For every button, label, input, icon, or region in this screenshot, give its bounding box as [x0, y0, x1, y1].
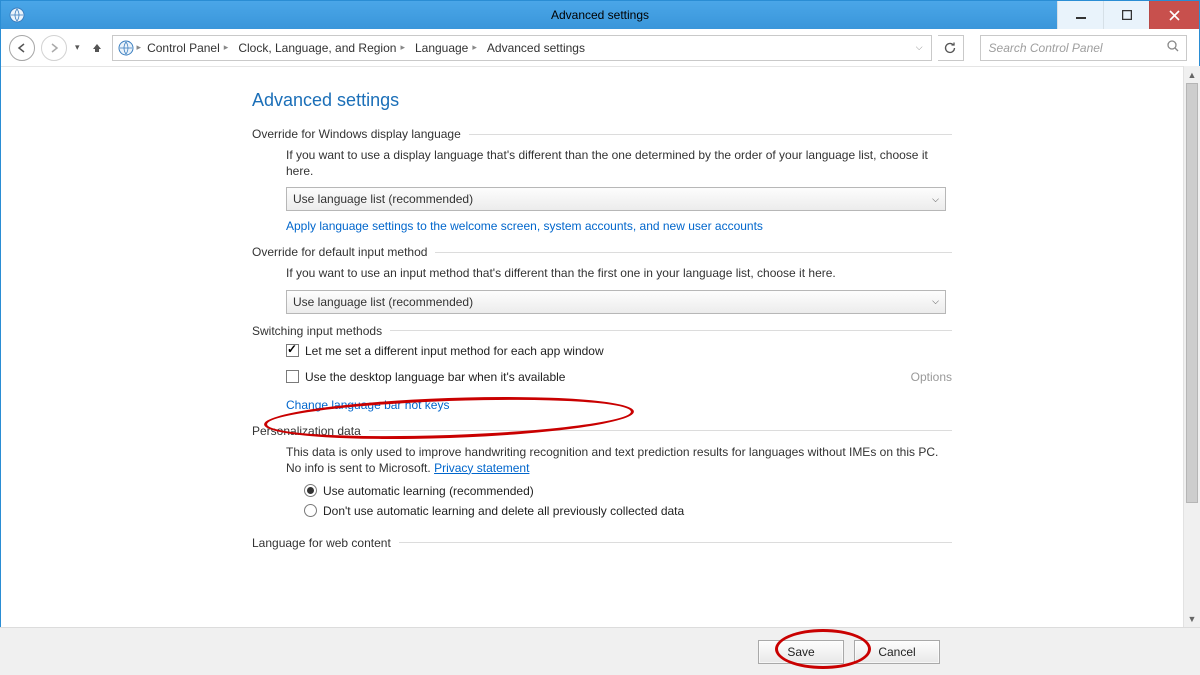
- section-description: This data is only used to improve handwr…: [286, 444, 952, 476]
- section-header-display-language: Override for Windows display language: [252, 127, 952, 141]
- section-description: If you want to use an input method that'…: [286, 265, 952, 281]
- auto-learning-radio[interactable]: Use automatic learning (recommended): [304, 484, 952, 498]
- forward-button[interactable]: [41, 35, 67, 61]
- breadcrumb-label: Clock, Language, and Region: [238, 41, 396, 55]
- breadcrumb-label: Language: [415, 41, 468, 55]
- per-app-input-checkbox[interactable]: Let me set a different input method for …: [286, 344, 952, 358]
- close-button[interactable]: [1149, 1, 1199, 29]
- radio-icon: [304, 504, 317, 517]
- privacy-link[interactable]: Privacy statement: [434, 460, 529, 476]
- section-title: Override for Windows display language: [252, 127, 461, 141]
- radio-label: Use automatic learning (recommended): [323, 484, 534, 498]
- divider: [369, 430, 952, 431]
- minimize-button[interactable]: [1057, 1, 1103, 29]
- section-header-input-method: Override for default input method: [252, 245, 952, 259]
- footer-bar: Save Cancel: [0, 627, 1200, 675]
- language-bar-checkbox[interactable]: Use the desktop language bar when it's a…: [286, 370, 565, 384]
- divider: [390, 330, 952, 331]
- navbar: ▾ ▸ Control Panel ▸ Clock, Language, and …: [1, 29, 1199, 67]
- scroll-thumb[interactable]: [1186, 83, 1198, 503]
- radio-icon: [304, 484, 317, 497]
- breadcrumb-item[interactable]: Language ▸: [411, 41, 481, 55]
- refresh-button[interactable]: [938, 35, 964, 61]
- checkbox-label: Let me set a different input method for …: [305, 344, 604, 358]
- section-header-personalization: Personalization data: [252, 424, 952, 438]
- window-title: Advanced settings: [551, 8, 649, 22]
- checkbox-icon: [286, 370, 299, 383]
- titlebar: Advanced settings: [1, 1, 1199, 29]
- location-icon: [117, 39, 135, 57]
- input-method-combo[interactable]: Use language list (recommended) ⌵: [286, 290, 946, 314]
- scroll-down-arrow[interactable]: ▼: [1184, 610, 1200, 627]
- divider: [435, 252, 952, 253]
- chevron-right-icon: ▸: [137, 42, 142, 53]
- checkbox-icon: [286, 344, 299, 357]
- back-button[interactable]: [9, 35, 35, 61]
- section-title: Language for web content: [252, 536, 391, 550]
- content-area: Advanced settings Override for Windows d…: [0, 66, 1183, 627]
- display-language-combo[interactable]: Use language list (recommended) ⌵: [286, 187, 946, 211]
- breadcrumb-item[interactable]: Control Panel ▸: [143, 41, 232, 55]
- chevron-right-icon: ▸: [472, 42, 477, 53]
- divider: [469, 134, 952, 135]
- chevron-right-icon: ▸: [224, 42, 229, 53]
- divider: [399, 542, 952, 543]
- page-title: Advanced settings: [252, 90, 952, 111]
- options-link[interactable]: Options: [911, 370, 952, 384]
- change-hotkeys-link[interactable]: Change language bar hot keys: [286, 398, 449, 412]
- search-input[interactable]: [987, 40, 1166, 56]
- scroll-up-arrow[interactable]: ▲: [1184, 66, 1200, 83]
- window-controls: [1057, 1, 1199, 29]
- section-header-web-content: Language for web content: [252, 536, 952, 550]
- breadcrumb-label: Control Panel: [147, 41, 220, 55]
- search-icon: [1166, 39, 1180, 56]
- section-description: If you want to use a display language th…: [286, 147, 952, 179]
- chevron-right-icon: ▸: [400, 42, 405, 53]
- cancel-button[interactable]: Cancel: [854, 640, 940, 664]
- description-text: This data is only used to improve handwr…: [286, 445, 938, 475]
- search-box[interactable]: [980, 35, 1187, 61]
- up-button[interactable]: [88, 39, 106, 57]
- breadcrumb-label: Advanced settings: [487, 41, 585, 55]
- combo-value: Use language list (recommended): [293, 192, 473, 206]
- apply-language-link[interactable]: Apply language settings to the welcome s…: [286, 219, 763, 233]
- breadcrumb-item[interactable]: Clock, Language, and Region ▸: [234, 41, 409, 55]
- breadcrumb-history-dropdown[interactable]: ⌵: [912, 42, 927, 53]
- chevron-down-icon: ⌵: [932, 296, 939, 307]
- history-dropdown[interactable]: ▾: [73, 42, 82, 53]
- vertical-scrollbar[interactable]: ▲ ▼: [1183, 66, 1200, 627]
- chevron-down-icon: ⌵: [932, 194, 939, 205]
- section-header-switching: Switching input methods: [252, 324, 952, 338]
- breadcrumb[interactable]: ▸ Control Panel ▸ Clock, Language, and Re…: [112, 35, 932, 61]
- radio-label: Don't use automatic learning and delete …: [323, 504, 684, 518]
- checkbox-label: Use the desktop language bar when it's a…: [305, 370, 565, 384]
- breadcrumb-item[interactable]: Advanced settings: [483, 41, 589, 55]
- section-title: Personalization data: [252, 424, 361, 438]
- section-title: Switching input methods: [252, 324, 382, 338]
- app-icon: [7, 5, 27, 25]
- maximize-button[interactable]: [1103, 1, 1149, 29]
- section-title: Override for default input method: [252, 245, 427, 259]
- no-auto-learning-radio[interactable]: Don't use automatic learning and delete …: [304, 504, 952, 518]
- combo-value: Use language list (recommended): [293, 295, 473, 309]
- save-button[interactable]: Save: [758, 640, 844, 664]
